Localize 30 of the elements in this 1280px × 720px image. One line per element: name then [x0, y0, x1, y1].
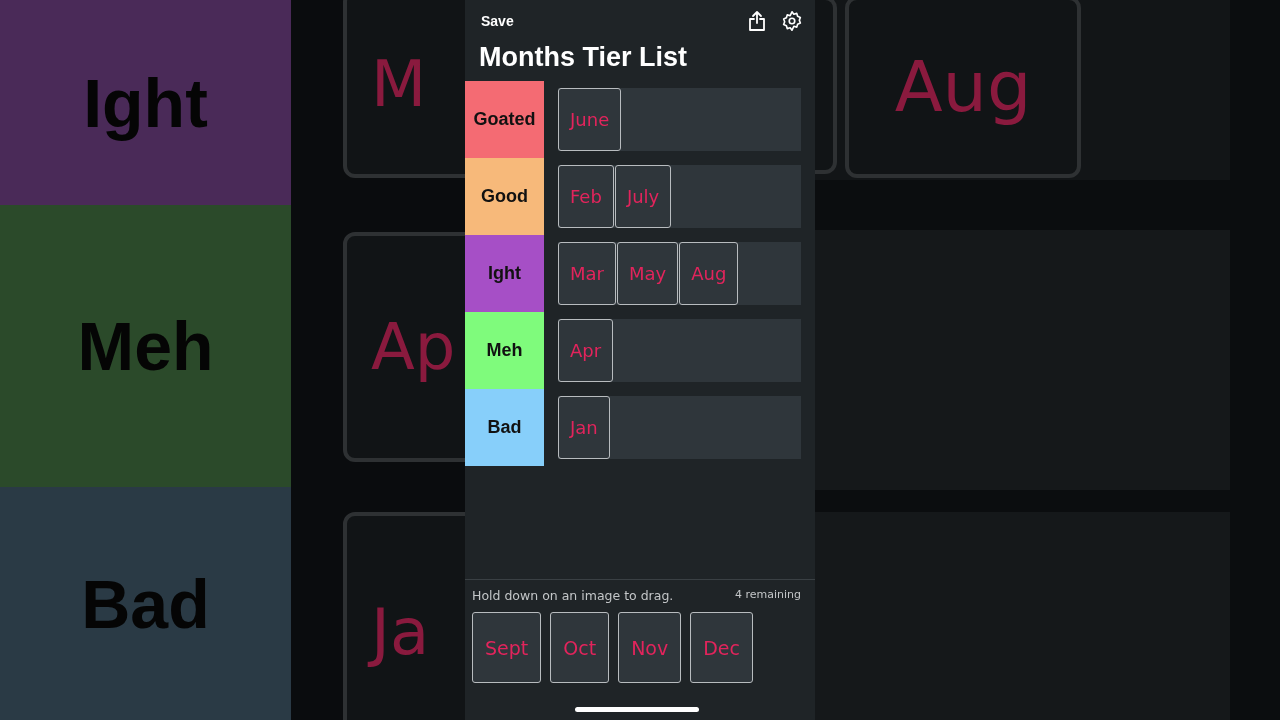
month-tile[interactable]: Jan — [558, 396, 610, 459]
tier-label: Meh — [465, 312, 544, 389]
tier-label: Goated — [465, 81, 544, 158]
tier-label: Meh — [77, 307, 214, 385]
month-tile[interactable]: Apr — [558, 319, 614, 382]
month-tile[interactable]: Aug — [679, 242, 739, 305]
month-tile[interactable]: July — [614, 165, 672, 228]
share-icon[interactable] — [747, 10, 767, 32]
month-tile[interactable]: Mar — [558, 242, 616, 305]
month-tile: Aug — [845, 0, 1081, 178]
tier-label: Good — [465, 158, 544, 235]
month-tile[interactable]: Sept — [472, 612, 542, 683]
month-tile[interactable]: Nov — [618, 612, 682, 683]
month-tile: M — [343, 0, 465, 178]
save-button[interactable]: Save — [479, 11, 516, 31]
tier-label: Bad — [465, 389, 544, 466]
tier-label: Ight — [83, 63, 208, 142]
month-tile: Ap — [343, 232, 465, 462]
settings-icon[interactable] — [781, 10, 803, 32]
drag-hint: Hold down on an image to drag. — [472, 588, 674, 603]
month-tile[interactable]: Oct — [550, 612, 610, 683]
month-tile[interactable]: Dec — [690, 612, 753, 683]
tier-label: Ight — [465, 235, 544, 312]
tier-label: Bad — [81, 564, 210, 643]
month-tile[interactable]: May — [616, 242, 679, 305]
list-title: Months Tier List — [479, 42, 688, 73]
month-tile[interactable]: Feb — [558, 165, 614, 228]
month-tile[interactable]: June — [558, 88, 622, 151]
month-tile: Ja — [343, 512, 465, 720]
remaining-count: 4 remaining — [734, 588, 801, 603]
